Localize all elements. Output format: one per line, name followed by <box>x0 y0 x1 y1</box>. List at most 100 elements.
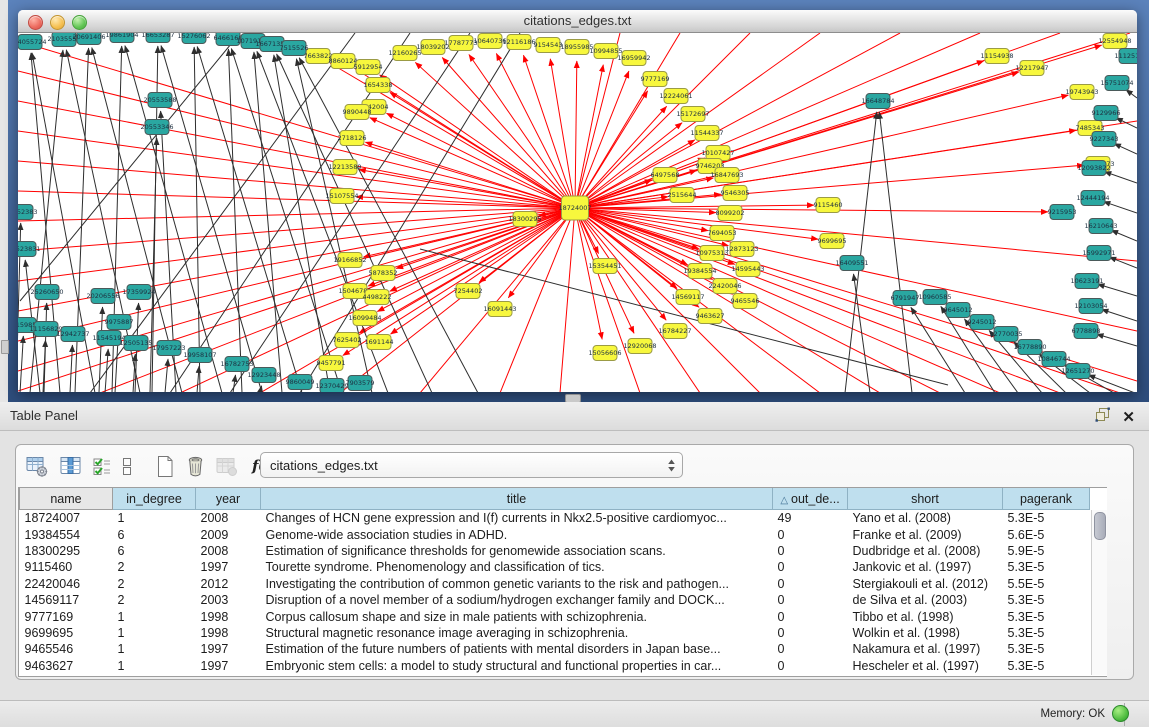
cell-name[interactable]: 22420046 <box>20 576 113 592</box>
cell-out_degree[interactable]: 49 <box>773 510 848 527</box>
table-scrollbar-thumb[interactable] <box>1094 512 1106 540</box>
close-panel-icon[interactable]: ✕ <box>1122 410 1135 425</box>
cell-title[interactable]: Corpus callosum shape and size in male p… <box>261 608 773 624</box>
cell-out_degree[interactable]: 0 <box>773 576 848 592</box>
cell-short[interactable]: de Silva et al. (2003) <box>848 592 1003 608</box>
cell-in_degree[interactable]: 1 <box>113 608 196 624</box>
table-row[interactable]: 1456911722003Disruption of a novel membe… <box>20 592 1090 608</box>
collapsed-panel-grip[interactable] <box>1 340 9 354</box>
delete-column-icon[interactable] <box>185 455 206 478</box>
cell-in_degree[interactable]: 6 <box>113 543 196 559</box>
cell-year[interactable]: 1997 <box>196 559 261 575</box>
cell-year[interactable]: 2008 <box>196 510 261 527</box>
cell-in_degree[interactable]: 2 <box>113 576 196 592</box>
column-header-in_degree[interactable]: in_degree <box>113 488 196 510</box>
column-header-year[interactable]: year <box>196 488 261 510</box>
table-scrollbar[interactable] <box>1091 510 1107 675</box>
cell-out_degree[interactable]: 0 <box>773 559 848 575</box>
cell-short[interactable]: Stergiakouli et al. (2012) <box>848 576 1003 592</box>
cell-short[interactable]: Wolkin et al. (1998) <box>848 625 1003 641</box>
cell-pagerank[interactable]: 5.3E-5 <box>1003 641 1090 657</box>
cell-title[interactable]: Estimation of the future numbers of pati… <box>261 641 773 657</box>
cell-in_degree[interactable]: 6 <box>113 526 196 542</box>
cell-pagerank[interactable]: 5.5E-5 <box>1003 576 1090 592</box>
cell-name[interactable]: 9463627 <box>20 658 113 674</box>
cell-title[interactable]: Tourette syndrome. Phenomenology and cla… <box>261 559 773 575</box>
network-window[interactable]: citations_edges.txt 18724007766382288601… <box>18 10 1137 392</box>
cell-title[interactable]: Genome-wide association studies in ADHD. <box>261 526 773 542</box>
table-mode-icon[interactable] <box>26 455 49 478</box>
cell-title[interactable]: Structural magnetic resonance image aver… <box>261 625 773 641</box>
cell-name[interactable]: 18300295 <box>20 543 113 559</box>
cell-short[interactable]: Hescheler et al. (1997) <box>848 658 1003 674</box>
network-graph[interactable]: 1872400776638228860124591295416543382342… <box>18 33 1137 392</box>
column-header-name[interactable]: name <box>20 488 113 510</box>
cell-in_degree[interactable]: 1 <box>113 625 196 641</box>
cell-short[interactable]: Tibbo et al. (1998) <box>848 608 1003 624</box>
cell-out_degree[interactable]: 0 <box>773 658 848 674</box>
cell-pagerank[interactable]: 5.6E-5 <box>1003 526 1090 542</box>
table-row[interactable]: 2242004622012Investigating the contribut… <box>20 576 1090 592</box>
table-row[interactable]: 1872400712008Changes of HCN gene express… <box>20 510 1090 527</box>
network-canvas[interactable]: 1872400776638228860124591295416543382342… <box>18 33 1137 392</box>
cell-title[interactable]: Embryonic stem cells: a model to study s… <box>261 658 773 674</box>
cell-name[interactable]: 19384554 <box>20 526 113 542</box>
cell-year[interactable]: 1998 <box>196 608 261 624</box>
cell-out_degree[interactable]: 0 <box>773 608 848 624</box>
cell-short[interactable]: Jankovic et al. (1997) <box>848 559 1003 575</box>
import-table-icon[interactable] <box>216 455 238 478</box>
cell-name[interactable]: 18724007 <box>20 510 113 527</box>
cell-title[interactable]: Estimation of significance thresholds fo… <box>261 543 773 559</box>
cell-short[interactable]: Nakamura et al. (1997) <box>848 641 1003 657</box>
table-row[interactable]: 911546021997Tourette syndrome. Phenomeno… <box>20 559 1090 575</box>
table-row[interactable]: 946362711997Embryonic stem cells: a mode… <box>20 658 1090 674</box>
cell-year[interactable]: 2003 <box>196 592 261 608</box>
table-selector-dropdown[interactable]: citations_edges.txt <box>260 452 683 478</box>
cell-year[interactable]: 2012 <box>196 576 261 592</box>
cell-out_degree[interactable]: 0 <box>773 625 848 641</box>
cell-name[interactable]: 9115460 <box>20 559 113 575</box>
column-header-out_degree[interactable]: △out_de... <box>773 488 848 510</box>
network-window-titlebar[interactable]: citations_edges.txt <box>18 10 1137 33</box>
cell-year[interactable]: 1998 <box>196 625 261 641</box>
cell-year[interactable]: 1997 <box>196 658 261 674</box>
cell-in_degree[interactable]: 1 <box>113 510 196 527</box>
cell-in_degree[interactable]: 1 <box>113 658 196 674</box>
cell-short[interactable]: Dudbridge et al. (2008) <box>848 543 1003 559</box>
cell-year[interactable]: 2008 <box>196 543 261 559</box>
table-row[interactable]: 977716911998Corpus callosum shape and si… <box>20 608 1090 624</box>
cell-out_degree[interactable]: 0 <box>773 526 848 542</box>
float-panel-icon[interactable] <box>1095 407 1110 427</box>
cell-in_degree[interactable]: 2 <box>113 592 196 608</box>
cell-pagerank[interactable]: 5.3E-5 <box>1003 658 1090 674</box>
cell-name[interactable]: 14569117 <box>20 592 113 608</box>
cell-pagerank[interactable]: 5.3E-5 <box>1003 510 1090 527</box>
table-row[interactable]: 1830029562008Estimation of significance … <box>20 543 1090 559</box>
cell-pagerank[interactable]: 5.3E-5 <box>1003 592 1090 608</box>
column-header-pagerank[interactable]: pagerank <box>1003 488 1090 510</box>
cell-pagerank[interactable]: 5.9E-5 <box>1003 543 1090 559</box>
cell-year[interactable]: 2009 <box>196 526 261 542</box>
row-height-icon[interactable] <box>121 455 133 478</box>
cell-pagerank[interactable]: 5.3E-5 <box>1003 559 1090 575</box>
cell-name[interactable]: 9777169 <box>20 608 113 624</box>
cell-in_degree[interactable]: 2 <box>113 559 196 575</box>
show-columns-icon[interactable] <box>60 455 82 478</box>
new-column-icon[interactable] <box>155 455 175 478</box>
column-header-short[interactable]: short <box>848 488 1003 510</box>
cell-out_degree[interactable]: 0 <box>773 543 848 559</box>
column-header-title[interactable]: title <box>261 488 773 510</box>
select-rows-icon[interactable] <box>92 455 112 478</box>
cell-in_degree[interactable]: 1 <box>113 641 196 657</box>
cell-title[interactable]: Changes of HCN gene expression and I(f) … <box>261 510 773 527</box>
cell-title[interactable]: Investigating the contribution of common… <box>261 576 773 592</box>
cell-year[interactable]: 1997 <box>196 641 261 657</box>
cell-title[interactable]: Disruption of a novel member of a sodium… <box>261 592 773 608</box>
cell-pagerank[interactable]: 5.3E-5 <box>1003 625 1090 641</box>
table-row[interactable]: 1938455462009Genome-wide association stu… <box>20 526 1090 542</box>
cell-out_degree[interactable]: 0 <box>773 592 848 608</box>
cell-name[interactable]: 9465546 <box>20 641 113 657</box>
cell-out_degree[interactable]: 0 <box>773 641 848 657</box>
cell-short[interactable]: Franke et al. (2009) <box>848 526 1003 542</box>
table-row[interactable]: 969969511998Structural magnetic resonanc… <box>20 625 1090 641</box>
